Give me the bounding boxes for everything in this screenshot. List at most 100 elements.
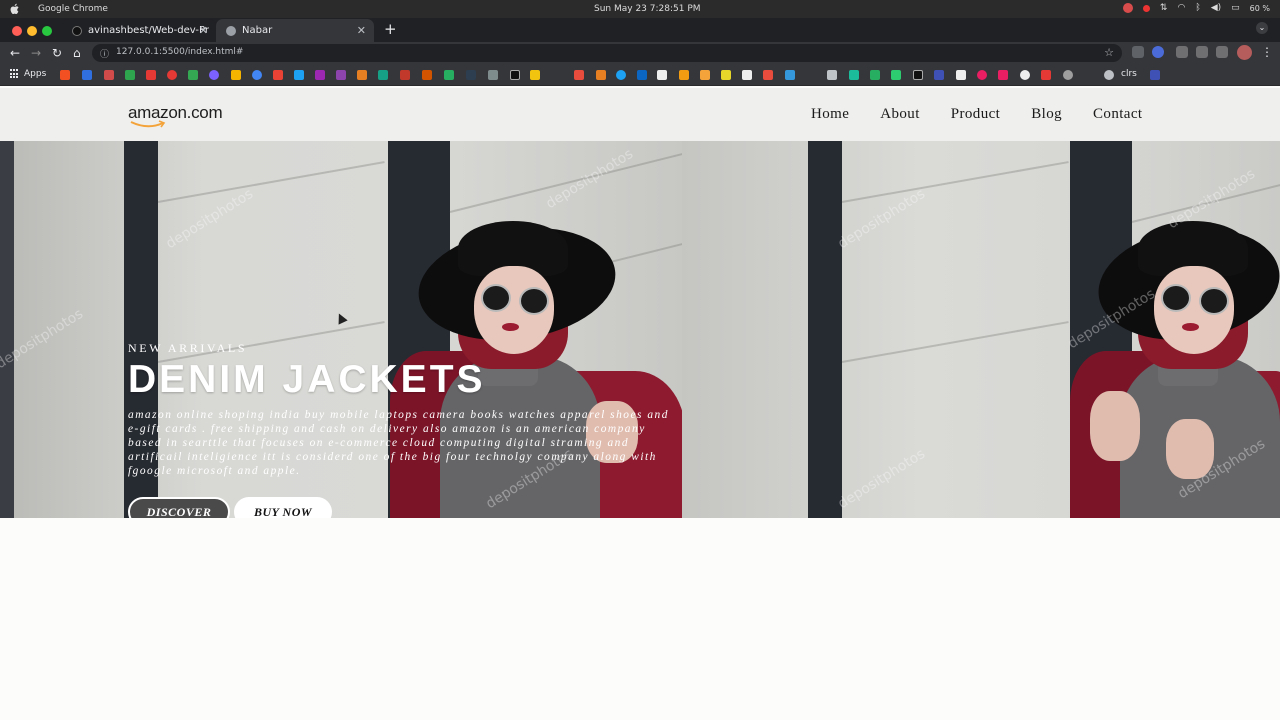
volume-icon[interactable]: ◀) xyxy=(1211,3,1221,13)
bookmark-icon[interactable] xyxy=(849,70,859,80)
bookmark-icon[interactable] xyxy=(357,70,367,80)
bookmark-icon[interactable] xyxy=(60,70,70,80)
bookmark-icon[interactable] xyxy=(252,70,262,80)
bookmark-icon[interactable] xyxy=(679,70,689,80)
bookmark-icon[interactable] xyxy=(785,70,795,80)
puzzle-icon[interactable] xyxy=(1196,46,1208,58)
close-tab-icon[interactable]: ✕ xyxy=(357,24,366,37)
forward-icon[interactable]: → xyxy=(31,46,41,60)
web-page: amazon.com Home About Product Blog Conta… xyxy=(0,88,1280,720)
nav-product[interactable]: Product xyxy=(951,106,1000,123)
bookmark-icon[interactable] xyxy=(891,70,901,80)
bookmark-icon[interactable] xyxy=(827,70,837,80)
lips-figure xyxy=(502,323,519,331)
profile-avatar[interactable] xyxy=(1237,45,1252,60)
system-clock[interactable]: Sun May 23 7:28:51 PM xyxy=(594,4,701,14)
discover-button[interactable]: DISCOVER xyxy=(128,497,230,518)
twitter-icon[interactable] xyxy=(616,70,626,80)
amazon-logo[interactable]: amazon.com xyxy=(128,103,228,133)
nav-about[interactable]: About xyxy=(880,106,920,123)
bookmark-icon[interactable] xyxy=(596,70,606,80)
bookmark-icon[interactable] xyxy=(315,70,325,80)
bookmark-icon[interactable] xyxy=(444,70,454,80)
site-info-icon[interactable]: ⓘ xyxy=(100,47,109,60)
network-icon[interactable]: ⇅ xyxy=(1160,3,1168,13)
bookmark-icon[interactable] xyxy=(422,70,432,80)
bookmark-icon[interactable] xyxy=(466,70,476,80)
bookmark-icon[interactable] xyxy=(378,70,388,80)
minimize-window-button[interactable] xyxy=(27,26,37,36)
bookmark-icon[interactable] xyxy=(913,70,923,80)
more-menu-icon[interactable]: ⋮ xyxy=(1261,45,1273,59)
bookmark-icon[interactable] xyxy=(82,70,92,80)
bookmark-star-icon[interactable]: ☆ xyxy=(1104,46,1114,59)
address-bar[interactable]: ⓘ 127.0.0.1:5500/index.html# ☆ xyxy=(92,44,1122,62)
tab-github[interactable]: avinashbest/Web-dev-Pr ✕ xyxy=(62,19,216,42)
bookmark-icon[interactable] xyxy=(209,70,219,80)
url-text[interactable]: 127.0.0.1:5500/index.html# xyxy=(116,47,243,57)
shield-icon[interactable] xyxy=(1176,46,1188,58)
nav-blog[interactable]: Blog xyxy=(1031,106,1062,123)
amazon-icon[interactable] xyxy=(700,70,710,80)
bookmark-icon[interactable] xyxy=(188,70,198,80)
sunglasses-figure xyxy=(1199,287,1229,315)
record-icon[interactable] xyxy=(1142,4,1150,12)
bookmark-icon[interactable] xyxy=(1020,70,1030,80)
bookmark-icon[interactable] xyxy=(231,70,241,80)
bookmark-icon[interactable] xyxy=(934,70,944,80)
bookmark-icon[interactable] xyxy=(998,70,1008,80)
bookmark-icon[interactable] xyxy=(125,70,135,80)
bookmark-icon[interactable] xyxy=(530,70,540,80)
bookmark-icon[interactable] xyxy=(870,70,880,80)
back-icon[interactable]: ← xyxy=(10,46,20,60)
bluetooth-icon[interactable]: ᛒ xyxy=(1195,3,1200,13)
bookmark-icon[interactable] xyxy=(977,70,987,80)
new-tab-button[interactable]: + xyxy=(384,20,397,38)
bookmark-icon[interactable] xyxy=(167,70,177,80)
active-app-name[interactable]: Google Chrome xyxy=(38,4,108,14)
bookmark-icon[interactable] xyxy=(488,70,498,80)
tab-search-icon[interactable]: ⌄ xyxy=(1256,22,1268,34)
wifi-icon[interactable]: ◠ xyxy=(1177,3,1185,13)
bookmark-icon[interactable] xyxy=(657,70,667,80)
reload-icon[interactable]: ↻ xyxy=(52,46,62,60)
bookmark-icon[interactable] xyxy=(273,70,283,80)
hero-description: amazon online shoping india buy mobile l… xyxy=(128,409,669,477)
reading-list-icon[interactable] xyxy=(1216,46,1228,58)
buy-now-button[interactable]: BUY NOW xyxy=(234,497,332,518)
chrome-tray-icon[interactable] xyxy=(1122,3,1133,13)
linkedin-icon[interactable] xyxy=(637,70,647,80)
bookmark-icon[interactable] xyxy=(146,70,156,80)
home-icon[interactable]: ⌂ xyxy=(73,46,81,60)
bookmark-icon[interactable] xyxy=(574,70,584,80)
bookmark-icon[interactable] xyxy=(1150,70,1160,80)
close-window-button[interactable] xyxy=(12,26,22,36)
bookmark-icon[interactable] xyxy=(1063,70,1073,80)
maximize-window-button[interactable] xyxy=(42,26,52,36)
nav-contact[interactable]: Contact xyxy=(1093,106,1142,123)
os-menu-bar: Google Chrome Sun May 23 7:28:51 PM ⇅ ◠ … xyxy=(0,0,1280,18)
bookmark-icon[interactable] xyxy=(721,70,731,80)
bookmark-icon[interactable] xyxy=(510,70,520,80)
pillar xyxy=(0,141,14,518)
bookmark-icon[interactable] xyxy=(1041,70,1051,80)
bookmark-icon[interactable] xyxy=(742,70,752,80)
watermark-text: depositphotos xyxy=(163,185,257,253)
globe-icon[interactable] xyxy=(1104,70,1114,80)
bookmark-icon[interactable] xyxy=(104,70,114,80)
nav-home[interactable]: Home xyxy=(811,106,849,123)
battery-icon[interactable]: ▭ xyxy=(1231,3,1240,13)
apple-logo-icon[interactable] xyxy=(10,3,20,15)
bookmark-icon[interactable] xyxy=(336,70,346,80)
extension-icon[interactable] xyxy=(1152,46,1164,58)
tab-nabar[interactable]: Nabar ✕ xyxy=(216,19,374,42)
bookmark-icon[interactable] xyxy=(763,70,773,80)
wall-stripe xyxy=(841,161,1069,203)
apps-shortcut[interactable]: Apps xyxy=(10,69,46,79)
bookmark-icon[interactable] xyxy=(400,70,410,80)
bookmark-icon[interactable] xyxy=(294,70,304,80)
bookmark-clrs[interactable]: clrs xyxy=(1121,69,1137,79)
close-tab-icon[interactable]: ✕ xyxy=(199,24,208,37)
extension-icon[interactable] xyxy=(1132,46,1144,58)
bookmark-icon[interactable] xyxy=(956,70,966,80)
